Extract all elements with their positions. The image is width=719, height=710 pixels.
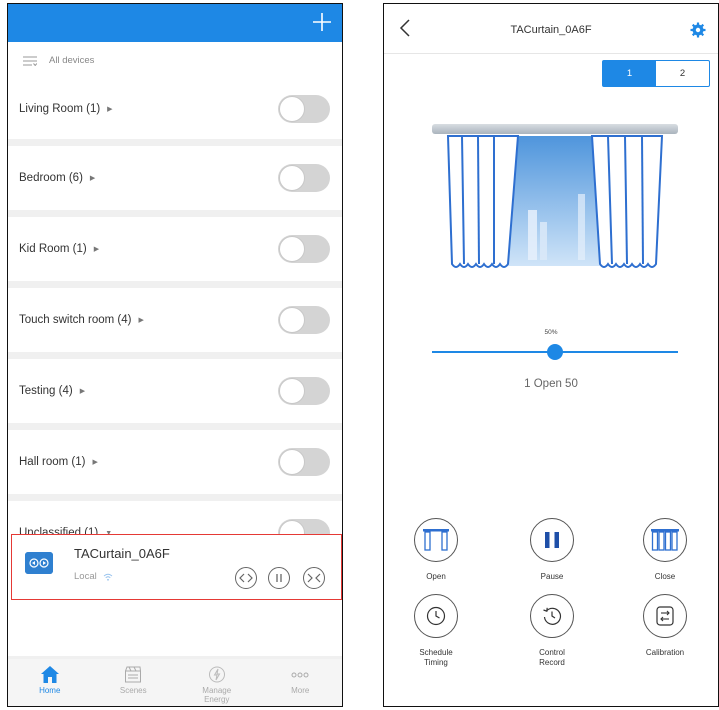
room-name: Kid Room (1) (19, 243, 87, 255)
toggle-knob (279, 449, 305, 475)
device-list-screen: All devices Living Room (1) ▶ Bedroom (6)… (7, 3, 343, 707)
room-row[interactable]: Touch switch room (4) ▶ (8, 288, 342, 352)
filter-label: All devices (49, 55, 95, 66)
expand-caret-icon[interactable]: ▶ (138, 316, 143, 324)
schedule-label: Schedule Timing (419, 648, 453, 667)
device-status-row: Local (74, 571, 113, 582)
toggle-knob (279, 165, 305, 191)
room-name: Living Room (1) (19, 103, 101, 115)
schedule-timing-button[interactable]: Schedule Timing (391, 594, 481, 668)
calibration-button[interactable]: Calibration (620, 594, 710, 658)
home-icon (40, 666, 59, 683)
room-row[interactable]: Living Room (1) ▶ (8, 79, 342, 139)
toggle-knob (279, 236, 305, 262)
toggle-knob (279, 378, 305, 404)
curtain-detail-screen: TACurtain_0A6F 1 2 50% 1 Open 50 Open Pa… (383, 3, 719, 707)
clock-icon (426, 606, 446, 626)
wifi-icon (103, 573, 113, 581)
pause-icon (545, 532, 559, 548)
device-filter[interactable]: All devices (8, 42, 342, 79)
room-list: Living Room (1) ▶ Bedroom (6) ▶ Kid Room (… (8, 79, 342, 565)
curtain-close-icon (651, 529, 679, 551)
device-name: TACurtain_0A6F (74, 546, 170, 561)
expand-caret-icon[interactable]: ▶ (90, 174, 95, 182)
room-row[interactable]: Bedroom (6) ▶ (8, 146, 342, 210)
expand-caret-icon[interactable]: ▶ (107, 105, 112, 113)
expand-caret-icon[interactable]: ▶ (94, 245, 99, 253)
open-button-circle[interactable] (414, 518, 458, 562)
bottom-tab-bar: Home Scenes Manage Energy More (8, 659, 343, 706)
device-status: Local (74, 571, 97, 582)
curtain-illustration (432, 124, 678, 268)
room-power-toggle[interactable] (278, 306, 330, 334)
curtain-device-icon (25, 552, 53, 574)
pause-label: Pause (540, 572, 564, 581)
close-button[interactable]: Close (620, 518, 710, 582)
room-name: Bedroom (6) (19, 172, 83, 184)
tab-more[interactable]: More (259, 659, 343, 706)
room-name: Hall room (1) (19, 456, 86, 468)
history-icon (543, 607, 562, 625)
gear-icon[interactable] (690, 22, 706, 38)
calibration-icon (656, 606, 674, 626)
pause-button[interactable]: Pause (507, 518, 597, 582)
control-record-button[interactable]: Control Record (507, 594, 597, 668)
schedule-button-circle[interactable] (414, 594, 458, 638)
calibration-label: Calibration (645, 648, 685, 657)
detail-header: TACurtain_0A6F (384, 4, 718, 54)
room-name: Touch switch room (4) (19, 314, 132, 326)
add-icon[interactable] (310, 10, 334, 34)
energy-icon (208, 666, 225, 683)
curtain-open-icon (423, 529, 449, 551)
tab-label: Manage Energy (202, 686, 232, 704)
position-slider-handle[interactable] (547, 344, 563, 360)
curtain-pause-control-icon[interactable] (267, 566, 291, 590)
curtain-channel-selector: 1 2 (602, 60, 710, 87)
expand-caret-icon[interactable]: ▶ (92, 458, 97, 466)
position-percent-label: 50% (544, 329, 558, 336)
curtain-close-control-icon[interactable] (302, 566, 326, 590)
tab-label: More (291, 686, 310, 695)
tab-label: Scenes (119, 686, 147, 695)
curtain-open-control-icon[interactable] (234, 566, 258, 590)
screenshot-stage: All devices Living Room (1) ▶ Bedroom (6)… (0, 0, 719, 710)
tab-home[interactable]: Home (8, 659, 92, 706)
calibration-button-circle[interactable] (643, 594, 687, 638)
close-button-circle[interactable] (643, 518, 687, 562)
room-row[interactable]: Kid Room (1) ▶ (8, 217, 342, 281)
channel-2-button[interactable]: 2 (656, 61, 709, 86)
tab-scenes[interactable]: Scenes (92, 659, 176, 706)
curtain-state-text: 1 Open 50 (524, 378, 578, 390)
device-card-curtain[interactable]: TACurtain_0A6F Local (11, 534, 342, 600)
top-app-bar (8, 4, 342, 42)
room-name: Testing (4) (19, 385, 73, 397)
scenes-icon (125, 666, 142, 683)
close-label: Close (654, 572, 676, 581)
pause-button-circle[interactable] (530, 518, 574, 562)
room-power-toggle[interactable] (278, 448, 330, 476)
toggle-knob (279, 96, 305, 122)
tab-manage-energy[interactable]: Manage Energy (175, 659, 259, 706)
open-label: Open (426, 572, 446, 581)
toggle-knob (279, 307, 305, 333)
room-power-toggle[interactable] (278, 377, 330, 405)
channel-1-button[interactable]: 1 (603, 61, 656, 86)
expand-caret-icon[interactable]: ▶ (80, 387, 85, 395)
more-icon (291, 672, 309, 678)
tab-label: Home (39, 686, 61, 695)
open-button[interactable]: Open (391, 518, 481, 582)
room-power-toggle[interactable] (278, 235, 330, 263)
record-button-circle[interactable] (530, 594, 574, 638)
room-power-toggle[interactable] (278, 95, 330, 123)
filter-icon (23, 56, 37, 66)
room-row[interactable]: Hall room (1) ▶ (8, 430, 342, 494)
page-title: TACurtain_0A6F (510, 24, 592, 36)
room-power-toggle[interactable] (278, 164, 330, 192)
record-label: Control Record (539, 648, 565, 667)
room-row[interactable]: Testing (4) ▶ (8, 359, 342, 423)
list-footer-space (8, 608, 342, 656)
